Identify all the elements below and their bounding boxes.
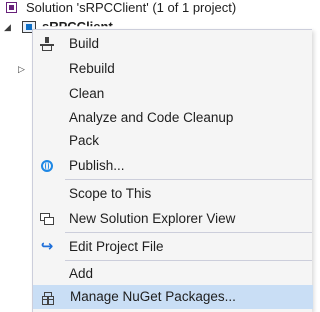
menu-item-pack[interactable]: Pack	[33, 129, 313, 153]
menu-separator	[65, 232, 312, 233]
globe-icon	[39, 159, 55, 173]
build-icon	[39, 37, 55, 51]
context-menu: Build Rebuild Clean Analyze and Code Cle…	[32, 29, 313, 312]
menu-separator	[65, 260, 312, 261]
solution-node[interactable]: Solution 'sRPCClient' (1 of 1 project)	[6, 0, 236, 16]
menu-item-rebuild[interactable]: Rebuild	[33, 57, 313, 81]
menu-item-publish[interactable]: Publish...	[33, 154, 313, 178]
menu-item-clean[interactable]: Clean	[33, 82, 313, 106]
expand-arrow-icon[interactable]: ▷	[18, 64, 26, 74]
collapse-arrow-icon[interactable]: ◢	[4, 22, 14, 33]
menu-item-build[interactable]: Build	[33, 32, 313, 56]
menu-item-edit-project[interactable]: ↪ Edit Project File	[33, 235, 313, 259]
menu-separator	[65, 179, 312, 180]
nuget-package-icon	[40, 291, 56, 305]
solution-icon	[6, 1, 20, 15]
menu-item-scope[interactable]: Scope to This	[33, 182, 313, 206]
menu-item-new-view[interactable]: New Solution Explorer View	[33, 207, 313, 231]
edit-project-icon: ↪	[40, 238, 54, 255]
menu-item-manage-nuget[interactable]: Manage NuGet Packages...	[33, 285, 313, 309]
solution-explorer-icon	[39, 212, 55, 226]
menu-item-analyze[interactable]: Analyze and Code Cleanup	[33, 106, 313, 130]
menu-item-add[interactable]: Add	[33, 262, 313, 286]
solution-label: Solution 'sRPCClient' (1 of 1 project)	[26, 0, 237, 15]
